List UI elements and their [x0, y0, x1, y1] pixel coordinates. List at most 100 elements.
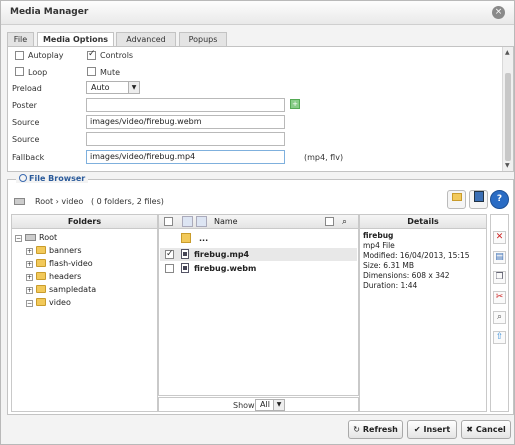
media-options-panel: Autoplay ✓ Controls Loop Mute Preload Au… [7, 46, 514, 172]
source-input-2[interactable] [86, 132, 285, 146]
sort-alpha-icon[interactable] [196, 216, 207, 227]
preload-select[interactable]: Auto ▼ [86, 81, 140, 94]
new-folder-button[interactable] [447, 190, 466, 209]
file-row[interactable]: ✓ firebug.mp4 [160, 248, 357, 261]
controls-label: Controls [100, 51, 134, 60]
chevron-down-icon: ▼ [128, 82, 139, 93]
file-row[interactable]: firebug.webm [160, 262, 357, 275]
chevron-down-icon: ▼ [273, 400, 284, 410]
details-pane: Details firebug mp4 File Modified: 16/04… [359, 214, 487, 412]
checkmark-icon: ✓ [88, 49, 96, 59]
folders-header: Folders [12, 215, 157, 229]
collapse-icon[interactable]: − [26, 300, 33, 307]
controls-checkbox[interactable]: ✓ [87, 49, 96, 60]
sort-icon[interactable] [182, 216, 193, 227]
show-label: Show [233, 401, 255, 410]
tree-folder-banners[interactable]: + banners [26, 245, 82, 257]
browser-icon [19, 174, 27, 182]
show-select[interactable]: All ▼ [255, 399, 285, 411]
tab-file[interactable]: File [7, 32, 34, 46]
loop-checkbox[interactable] [15, 67, 24, 76]
cut-icon[interactable]: ✂ [493, 291, 506, 304]
refresh-button[interactable]: ↻ Refresh [348, 420, 403, 439]
close-icon[interactable]: × [492, 6, 505, 19]
tab-media-options[interactable]: Media Options [37, 32, 114, 47]
folder-icon [36, 285, 46, 293]
file-name: firebug.mp4 [194, 250, 250, 259]
poster-input[interactable] [86, 98, 285, 112]
title-bar: Media Manager × [1, 1, 514, 25]
mute-checkbox[interactable] [87, 67, 96, 76]
tree-root[interactable]: − Root [15, 232, 57, 244]
parent-folder-row[interactable]: ... [160, 232, 357, 245]
video-file-icon [181, 249, 189, 259]
help-icon[interactable]: ? [490, 190, 509, 209]
scroll-thumb[interactable] [505, 73, 511, 161]
folder-up-icon [181, 233, 191, 243]
loop-label: Loop [28, 68, 48, 77]
tree-folder-headers[interactable]: + headers [26, 271, 81, 283]
scroll-down-icon[interactable]: ▼ [505, 162, 510, 169]
folder-icon [36, 246, 46, 254]
autoplay-label: Autoplay [28, 51, 64, 60]
tab-advanced[interactable]: Advanced [116, 32, 176, 46]
options-scrollbar[interactable]: ▲ ▼ [502, 47, 513, 171]
cancel-button[interactable]: ✖ Cancel [461, 420, 511, 439]
media-manager-dialog: Media Manager × File Media Options Advan… [0, 0, 515, 445]
expand-icon[interactable]: + [26, 274, 33, 281]
detail-modified: Modified: 16/04/2013, 15:15 [363, 251, 470, 260]
select-all-checkbox[interactable] [164, 217, 173, 226]
view-icon[interactable]: ⌕ [493, 311, 506, 324]
checkmark-icon: ✔ [413, 425, 421, 434]
browse-image-icon[interactable]: + [290, 99, 300, 109]
scroll-up-icon[interactable]: ▲ [505, 49, 510, 56]
folder-open-icon [36, 298, 46, 306]
folders-pane: Folders − Root + banners + flash-video + hea… [11, 214, 158, 412]
fallback-input[interactable]: images/video/firebug.mp4 [86, 150, 285, 164]
view-list-icon[interactable] [325, 217, 334, 226]
folder-icon [36, 259, 46, 267]
upload-icon [473, 191, 484, 202]
folder-icon [36, 272, 46, 280]
source-input-1[interactable]: images/video/firebug.webm [86, 115, 285, 129]
details-info: firebug mp4 File Modified: 16/04/2013, 1… [363, 231, 470, 291]
show-bar: Show All ▼ [158, 397, 359, 412]
tree-folder-video[interactable]: − video [26, 297, 71, 309]
source-label: Source [12, 118, 40, 127]
show-value: All [260, 400, 270, 409]
drive-icon [25, 234, 36, 241]
video-file-icon [181, 263, 189, 273]
mute-label: Mute [100, 68, 121, 77]
expand-icon[interactable]: + [26, 248, 33, 255]
breadcrumb[interactable]: Root › video [35, 197, 83, 206]
upload-button[interactable] [469, 190, 488, 209]
copy-icon[interactable]: ❐ [493, 271, 506, 284]
detail-type: mp4 File [363, 241, 395, 250]
tree-folder-sampledata[interactable]: + sampledata [26, 284, 96, 296]
new-folder-icon [451, 193, 462, 201]
insert-file-icon[interactable]: ⇧ [493, 331, 506, 344]
detail-dimensions: Dimensions: 608 x 342 [363, 271, 450, 280]
fallback-hint: (mp4, flv) [304, 153, 344, 162]
source-label-2: Source [12, 135, 40, 144]
file-checkbox[interactable] [165, 264, 174, 273]
tab-popups[interactable]: Popups [179, 32, 227, 46]
poster-label: Poster [12, 101, 37, 110]
detail-name: firebug [363, 231, 394, 240]
delete-icon[interactable]: ✕ [493, 231, 506, 244]
binoculars-icon[interactable]: ⌕ [342, 216, 347, 229]
file-browser-legend: File Browser [16, 174, 89, 183]
insert-button[interactable]: ✔ Insert [407, 420, 457, 439]
rename-icon[interactable]: ▤ [493, 251, 506, 264]
file-checkbox[interactable]: ✓ [165, 249, 174, 259]
action-bar: ✕ ▤ ❐ ✂ ⌕ ⇧ [490, 214, 509, 412]
tree-folder-flash-video[interactable]: + flash-video [26, 258, 93, 270]
name-column-header[interactable]: Name [214, 215, 238, 228]
files-header: Name ⌕ [159, 215, 358, 229]
expand-icon[interactable]: + [26, 287, 33, 294]
collapse-icon[interactable]: − [15, 235, 22, 242]
close-icon: ✖ [466, 425, 473, 434]
expand-icon[interactable]: + [26, 261, 33, 268]
fallback-label: Fallback [12, 153, 45, 162]
autoplay-checkbox[interactable] [15, 51, 24, 60]
